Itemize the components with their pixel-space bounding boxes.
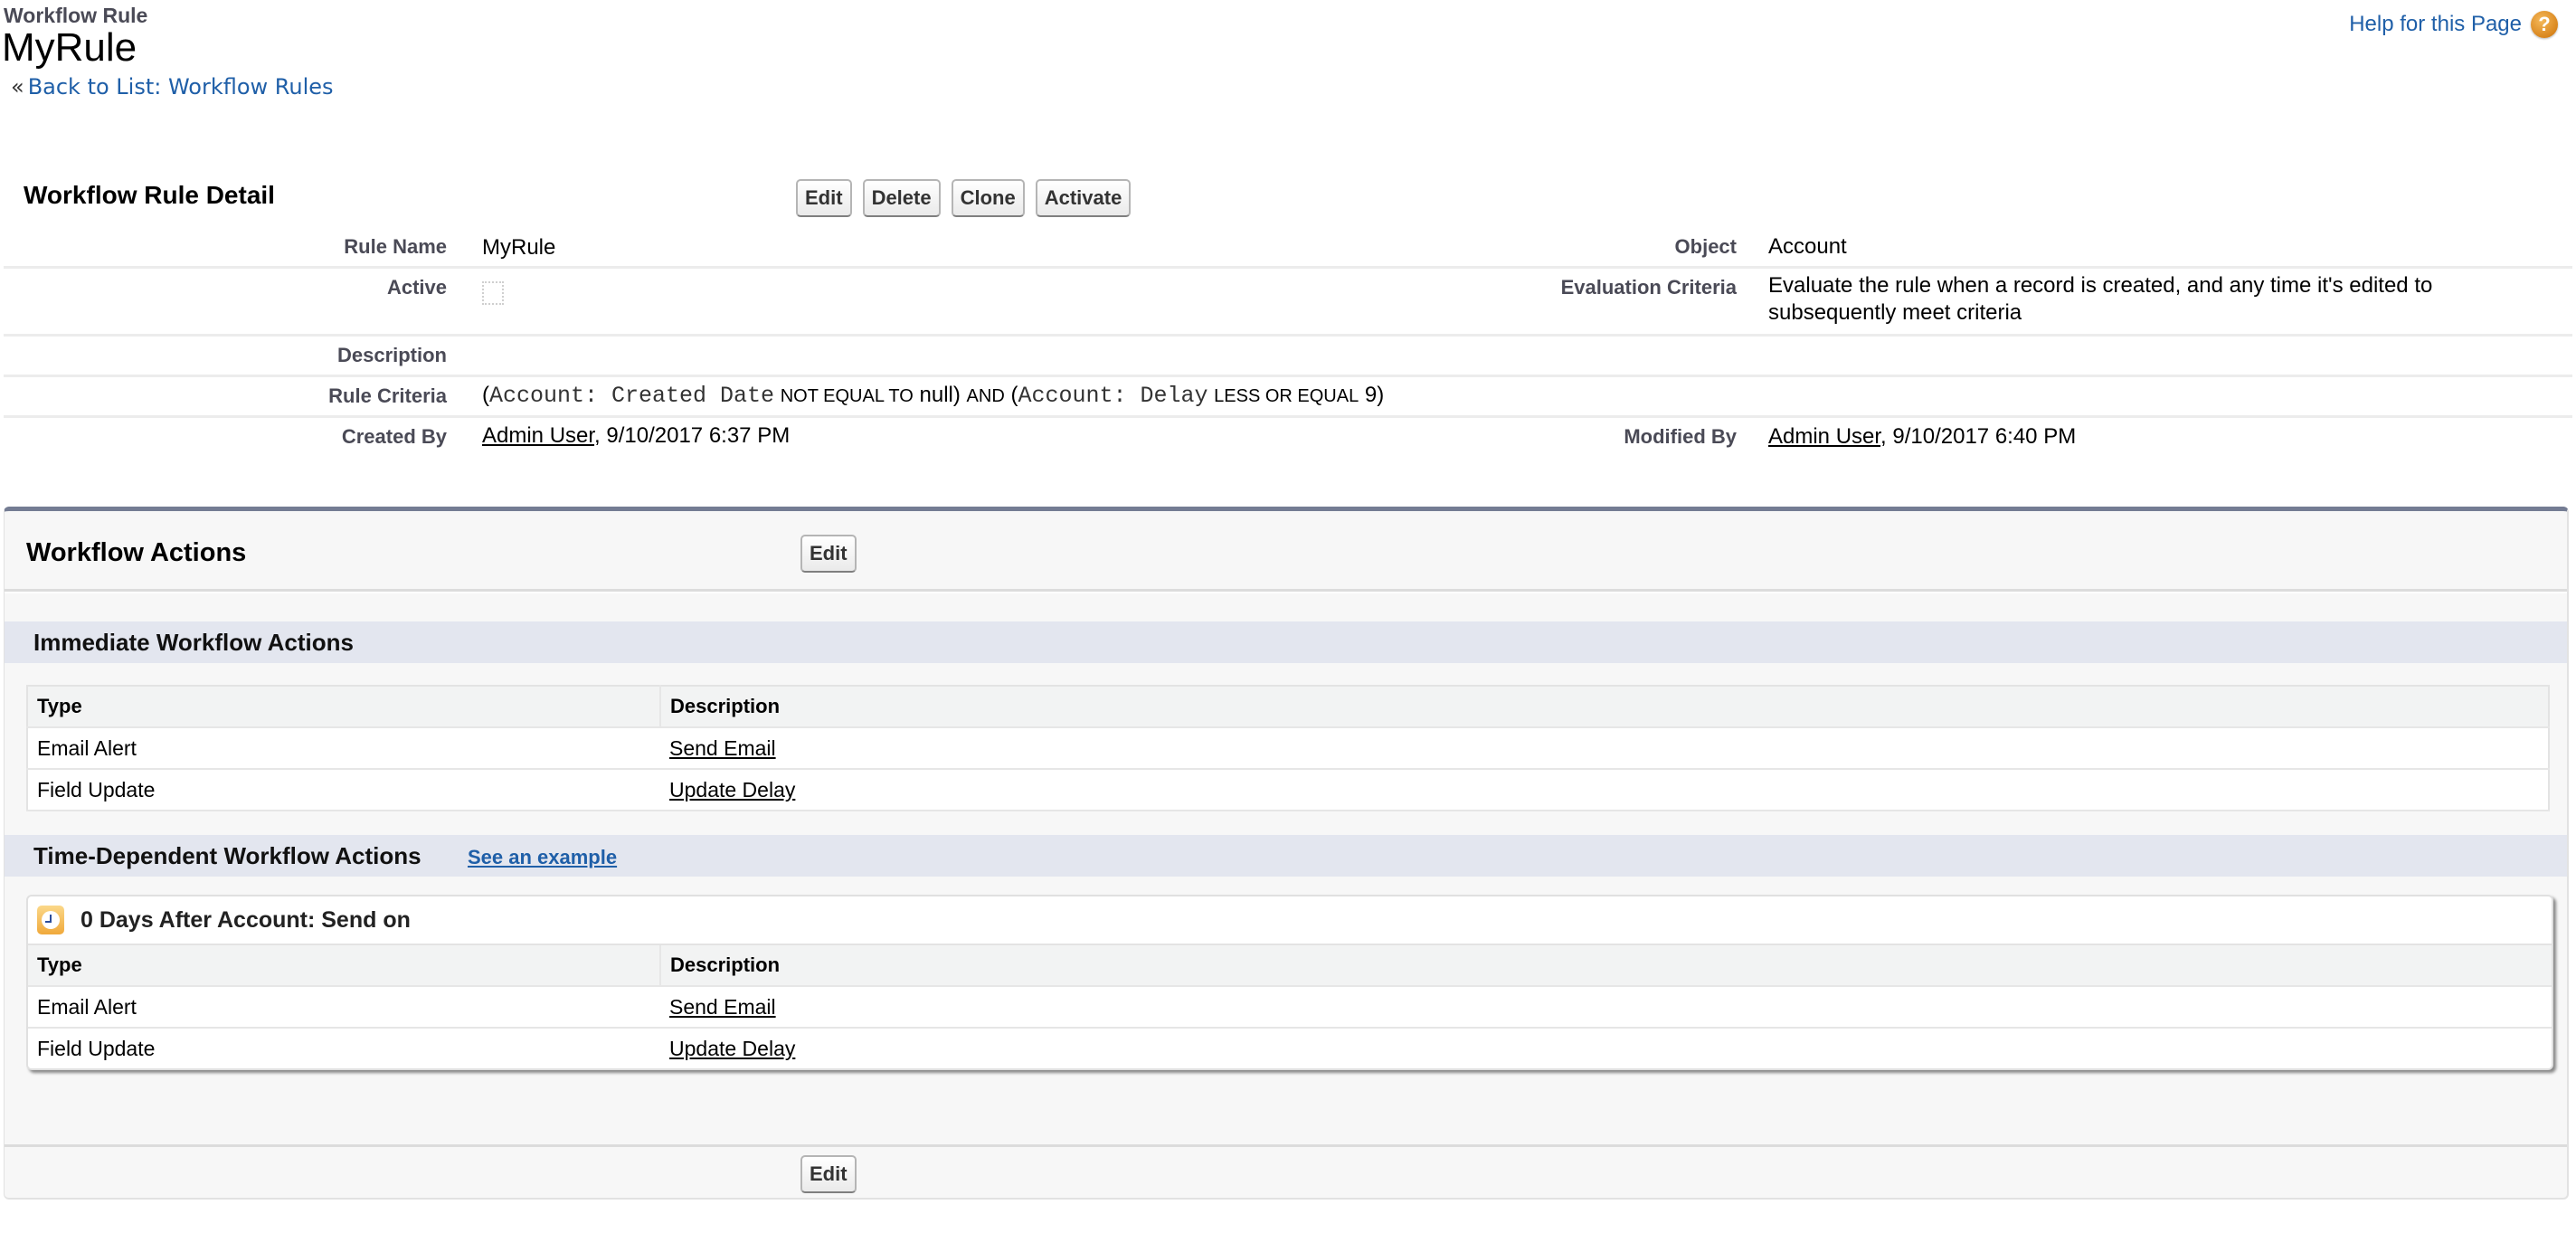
rule-name-label: Rule Name xyxy=(344,235,447,258)
evaluation-criteria-value: Evaluate the rule when a record is creat… xyxy=(1768,273,2433,325)
criteria-operator: NOT EQUAL TO xyxy=(780,386,914,406)
action-type: Email Alert xyxy=(27,727,660,770)
description-label: Description xyxy=(336,344,447,366)
alarm-clock-icon xyxy=(37,906,64,934)
page-title: MyRule xyxy=(2,25,137,70)
criteria-paren: ( xyxy=(482,383,489,407)
action-description: Send Email xyxy=(660,727,2549,770)
action-description: Update Delay xyxy=(660,769,2549,811)
table-header-row: Type Description xyxy=(28,945,2552,987)
created-by-value: Admin User, 9/10/2017 6:37 PM xyxy=(482,423,790,449)
created-date: , 9/10/2017 6:37 PM xyxy=(594,423,791,448)
detail-row: Rule Name MyRule Object Account xyxy=(4,230,2572,269)
time-dependent-actions-table: Type Description Email Alert Send Email … xyxy=(28,945,2552,1068)
help-icon[interactable]: ? xyxy=(2531,11,2558,38)
edit-button[interactable]: Edit xyxy=(796,179,852,217)
divider xyxy=(5,1144,2567,1147)
action-type: Field Update xyxy=(37,1036,156,1060)
criteria-value: null) xyxy=(919,383,961,407)
double-chevron-left-icon: « xyxy=(11,74,24,100)
time-trigger-box: 0 Days After Account: Send on Type Descr… xyxy=(26,895,2553,1070)
detail-fields: Rule Name MyRule Object Account Active E… xyxy=(4,230,2572,458)
time-dependent-actions-header: Time-Dependent Workflow Actions See an e… xyxy=(5,835,2567,877)
edit-actions-button[interactable]: Edit xyxy=(800,535,857,573)
table-header-row: Type Description xyxy=(27,686,2549,728)
help-section: Help for this Page ? xyxy=(2349,11,2558,38)
time-trigger-header: 0 Days After Account: Send on xyxy=(28,896,2552,945)
detail-section-title: Workflow Rule Detail xyxy=(24,181,275,209)
clone-button[interactable]: Clone xyxy=(951,179,1025,217)
divider xyxy=(5,589,2567,593)
action-description-link[interactable]: Update Delay xyxy=(669,1037,795,1060)
modified-date: , 9/10/2017 6:40 PM xyxy=(1880,424,2077,449)
detail-row: Active Evaluation Criteria Evaluate the … xyxy=(4,269,2572,337)
page-type-label: Workflow Rule xyxy=(4,4,148,27)
active-checkbox xyxy=(482,281,504,305)
evaluation-criteria-label: Evaluation Criteria xyxy=(1560,276,1737,299)
column-header-type: Type xyxy=(28,945,661,987)
created-by-user-link[interactable]: Admin User xyxy=(482,423,594,448)
modified-by-user-link[interactable]: Admin User xyxy=(1768,424,1880,449)
immediate-actions-title: Immediate Workflow Actions xyxy=(33,629,354,656)
table-row: Field Update Update Delay xyxy=(28,1028,2552,1068)
criteria-conjunction: AND xyxy=(966,386,1005,406)
edit-actions-button-bottom[interactable]: Edit xyxy=(800,1155,857,1193)
detail-button-bar: Edit Delete Clone Activate xyxy=(796,179,1132,217)
see-example-link[interactable]: See an example xyxy=(468,846,617,869)
rule-name-value: MyRule xyxy=(482,235,556,260)
workflow-actions-title: Workflow Actions xyxy=(26,538,247,567)
action-type: Field Update xyxy=(27,769,660,811)
column-header-type: Type xyxy=(27,686,661,728)
immediate-actions-table: Type Description Email Alert Send Email … xyxy=(26,685,2550,811)
column-header-description: Description xyxy=(660,945,2552,987)
help-link[interactable]: Help for this Page xyxy=(2349,12,2522,37)
table-row: Field Update Update Delay xyxy=(27,769,2549,811)
delete-button[interactable]: Delete xyxy=(862,179,941,217)
action-description-link[interactable]: Update Delay xyxy=(669,778,795,801)
criteria-operator: LESS OR EQUAL xyxy=(1214,386,1359,406)
rule-criteria-label: Rule Criteria xyxy=(328,384,447,407)
object-value: Account xyxy=(1768,234,1847,259)
workflow-actions-panel: Workflow Actions Edit Immediate Workflow… xyxy=(4,507,2569,1200)
action-description: Update Delay xyxy=(660,1028,2552,1068)
activate-button[interactable]: Activate xyxy=(1035,179,1132,217)
modified-by-label: Modified By xyxy=(1624,425,1737,448)
active-label: Active xyxy=(386,276,447,299)
object-label: Object xyxy=(1674,235,1737,258)
time-trigger-title: 0 Days After Account: Send on xyxy=(80,906,411,933)
time-dependent-actions-title: Time-Dependent Workflow Actions xyxy=(33,842,421,869)
created-by-label: Created By xyxy=(341,425,447,448)
back-to-list-link[interactable]: Back to List: Workflow Rules xyxy=(28,74,334,100)
breadcrumb: «Back to List: Workflow Rules xyxy=(11,74,334,100)
column-header-description: Description xyxy=(660,686,2549,728)
detail-row: Created By Admin User, 9/10/2017 6:37 PM… xyxy=(4,418,2572,458)
modified-by-value: Admin User, 9/10/2017 6:40 PM xyxy=(1768,423,2564,451)
rule-criteria-value: (Account: Created Date NOT EQUAL TO null… xyxy=(482,383,1384,409)
table-row: Email Alert Send Email xyxy=(28,986,2552,1029)
criteria-value: 9) xyxy=(1364,383,1385,407)
criteria-field: Account: Created Date xyxy=(489,383,775,409)
detail-row: Rule Criteria (Account: Created Date NOT… xyxy=(4,377,2572,418)
detail-row: Description xyxy=(4,337,2572,377)
criteria-field: Account: Delay xyxy=(1018,383,1208,409)
active-value xyxy=(482,272,504,311)
immediate-actions-header: Immediate Workflow Actions xyxy=(5,621,2567,663)
table-row: Email Alert Send Email xyxy=(27,727,2549,770)
action-type: Email Alert xyxy=(28,986,660,1029)
action-description-link[interactable]: Send Email xyxy=(669,995,776,1019)
action-description-link[interactable]: Send Email xyxy=(669,736,776,760)
action-description: Send Email xyxy=(660,986,2552,1029)
